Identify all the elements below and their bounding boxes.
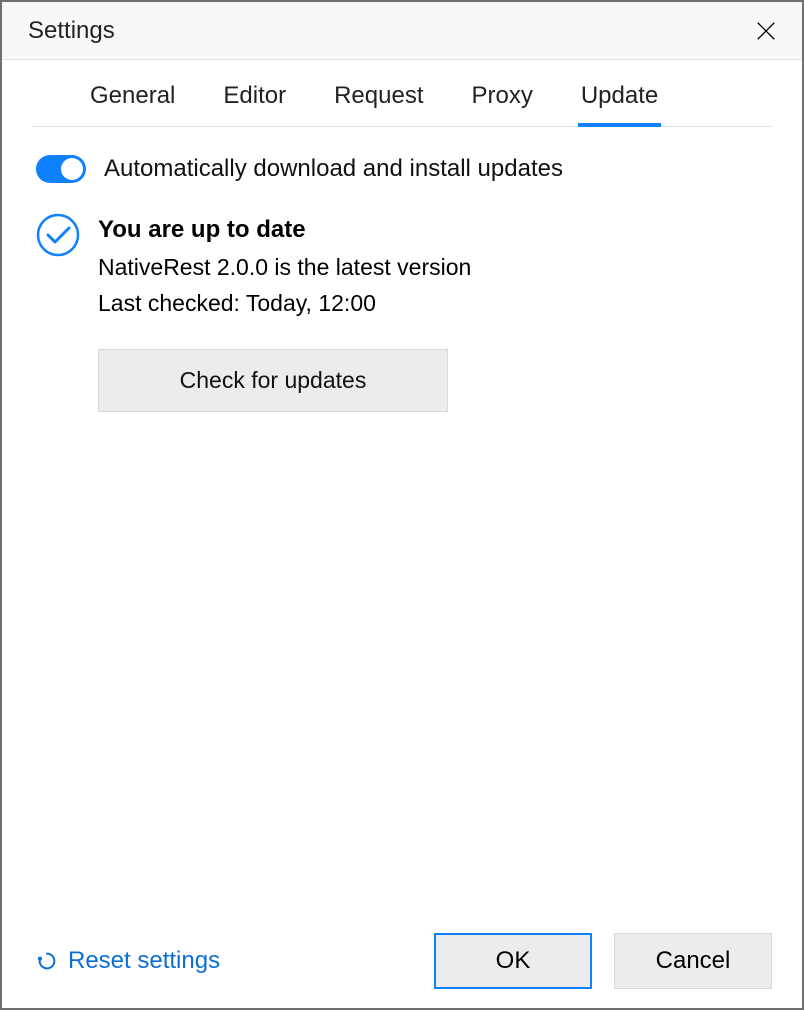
footer: Reset settings OK Cancel xyxy=(2,914,802,1008)
update-status-row: You are up to date NativeRest 2.0.0 is t… xyxy=(36,211,768,412)
update-last-checked: Last checked: Today, 12:00 xyxy=(98,286,471,322)
ok-button[interactable]: OK xyxy=(434,933,592,989)
titlebar: Settings xyxy=(2,2,802,60)
update-version-line: NativeRest 2.0.0 is the latest version xyxy=(98,250,471,286)
tab-update[interactable]: Update xyxy=(581,82,658,126)
tab-request[interactable]: Request xyxy=(334,82,423,126)
close-button[interactable] xyxy=(752,17,780,45)
checkmark-circle-icon xyxy=(36,213,80,257)
check-for-updates-button[interactable]: Check for updates xyxy=(98,349,448,412)
tab-general[interactable]: General xyxy=(90,82,175,126)
reset-icon xyxy=(36,950,58,972)
auto-update-label: Automatically download and install updat… xyxy=(104,155,563,183)
reset-settings-label: Reset settings xyxy=(68,947,220,975)
footer-buttons: OK Cancel xyxy=(434,933,772,989)
tab-proxy[interactable]: Proxy xyxy=(471,82,532,126)
tab-editor[interactable]: Editor xyxy=(223,82,286,126)
tabs-bar: General Editor Request Proxy Update xyxy=(32,60,772,127)
settings-window: Settings General Editor Request Proxy Up… xyxy=(0,0,804,1010)
reset-settings-link[interactable]: Reset settings xyxy=(36,947,220,975)
update-status-heading: You are up to date xyxy=(98,211,471,248)
window-title: Settings xyxy=(28,17,115,45)
auto-update-toggle[interactable] xyxy=(36,155,86,183)
auto-update-row: Automatically download and install updat… xyxy=(36,155,768,183)
close-icon xyxy=(755,20,777,42)
update-status-text: You are up to date NativeRest 2.0.0 is t… xyxy=(98,211,471,412)
cancel-button[interactable]: Cancel xyxy=(614,933,772,989)
update-panel: Automatically download and install updat… xyxy=(2,127,802,914)
